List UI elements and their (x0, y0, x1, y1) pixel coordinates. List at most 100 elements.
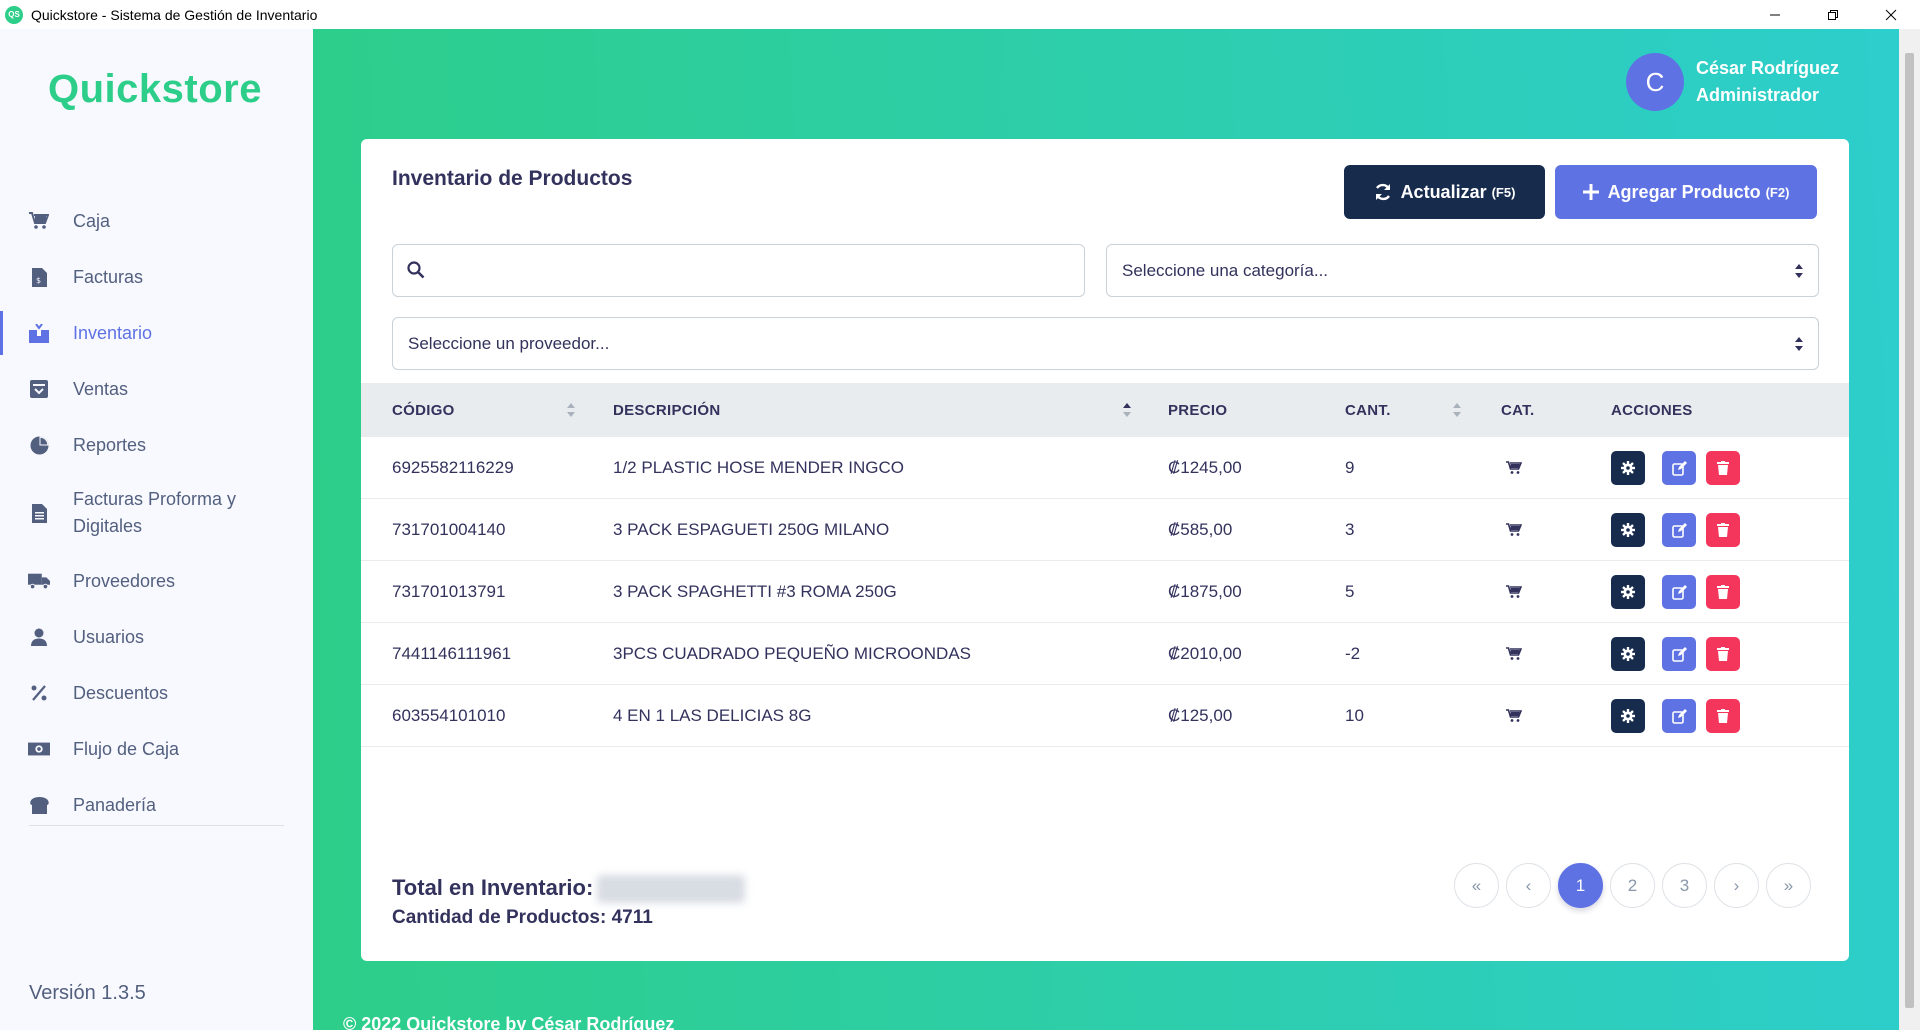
refresh-button[interactable]: Actualizar (F5) (1344, 165, 1545, 219)
cell-quantity: 10 (1345, 706, 1364, 725)
trash-icon (1717, 523, 1729, 537)
edit-icon (1671, 708, 1687, 724)
column-header-cantidad[interactable]: CANT. (1345, 383, 1391, 437)
sidebar-item-proveedores[interactable]: Proveedores (0, 553, 313, 609)
sidebar-item-inventario[interactable]: Inventario (0, 305, 313, 361)
page-first-button[interactable]: « (1454, 863, 1499, 908)
edit-button[interactable] (1662, 575, 1696, 609)
page-last-button[interactable]: » (1766, 863, 1811, 908)
table-row[interactable]: 7441146111961 3PCS CUADRADO PEQUEÑO MICRO… (361, 623, 1849, 685)
close-icon (1885, 9, 1897, 20)
delete-button[interactable] (1706, 575, 1740, 609)
provider-select-value: Seleccione un proveedor... (408, 333, 610, 353)
cell-code: 603554101010 (392, 706, 506, 725)
delete-button[interactable] (1706, 513, 1740, 547)
scrollbar[interactable] (1899, 29, 1920, 1030)
category-select-value: Seleccione una categoría... (1122, 260, 1329, 280)
column-header-precio[interactable]: PRECIO (1168, 383, 1227, 437)
add-product-button[interactable]: Agregar Producto (F2) (1555, 165, 1817, 219)
main-content: C César Rodríguez Administrador Inventar… (313, 29, 1899, 1030)
sidebar-item-usuarios[interactable]: Usuarios (0, 609, 313, 665)
cell-price: ₡1875,00 (1168, 582, 1242, 601)
cart-icon (1506, 561, 1522, 623)
sort-icon[interactable] (566, 403, 576, 417)
column-header-codigo[interactable]: CÓDIGO (392, 383, 455, 437)
select-arrows-icon (1795, 337, 1803, 351)
table-row[interactable]: 731701004140 3 PACK ESPAGUETI 250G MILANO… (361, 499, 1849, 561)
edit-button[interactable] (1662, 513, 1696, 547)
sidebar: Quickstore Caja $ Facturas Inventario Ve… (0, 29, 313, 1030)
invoice-icon: $ (28, 266, 50, 288)
percent-icon (28, 682, 50, 704)
table-row[interactable]: 6925582116229 1/2 PLASTIC HOSE MENDER ING… (361, 437, 1849, 499)
archive-icon (28, 378, 50, 400)
search-input[interactable] (437, 245, 1077, 296)
sidebar-item-ventas[interactable]: Ventas (0, 361, 313, 417)
table-row[interactable]: 731701013791 3 PACK SPAGHETTI #3 ROMA 250… (361, 561, 1849, 623)
document-icon (28, 502, 50, 524)
page-prev-button[interactable]: ‹ (1506, 863, 1551, 908)
restore-icon (1828, 9, 1838, 20)
cell-price: ₡2010,00 (1168, 644, 1242, 663)
sidebar-item-reportes[interactable]: Reportes (0, 417, 313, 473)
restore-button[interactable] (1804, 0, 1862, 29)
sidebar-item-facturas[interactable]: $ Facturas (0, 249, 313, 305)
cart-icon (28, 210, 50, 232)
delete-button[interactable] (1706, 699, 1740, 733)
delete-button[interactable] (1706, 451, 1740, 485)
page-button-2[interactable]: 2 (1610, 863, 1655, 908)
table-row[interactable]: 603554101010 4 EN 1 LAS DELICIAS 8G ₡125,0… (361, 685, 1849, 747)
page-button-1[interactable]: 1 (1558, 863, 1603, 908)
sidebar-item-descuentos[interactable]: Descuentos (0, 665, 313, 721)
configure-button[interactable] (1611, 637, 1645, 671)
trash-icon (1717, 709, 1729, 723)
search-box (392, 244, 1085, 297)
gear-icon (1621, 523, 1635, 537)
delete-button[interactable] (1706, 637, 1740, 671)
edit-button[interactable] (1662, 637, 1696, 671)
sidebar-item-label: Proveedores (73, 570, 176, 591)
sidebar-item-caja[interactable]: Caja (0, 193, 313, 249)
edit-icon (1671, 522, 1687, 538)
cell-code: 7441146111961 (392, 644, 512, 663)
cell-code: 731701013791 (392, 582, 506, 601)
brand-logo[interactable]: Quickstore (48, 67, 262, 112)
minimize-button[interactable] (1746, 0, 1804, 29)
refresh-shortcut: (F5) (1491, 184, 1516, 200)
page-button-3[interactable]: 3 (1662, 863, 1707, 908)
scrollbar-thumb[interactable] (1905, 53, 1914, 1008)
trash-icon (1717, 647, 1729, 661)
sidebar-item-flujo-caja[interactable]: Flujo de Caja (0, 721, 313, 777)
configure-button[interactable] (1611, 699, 1645, 733)
close-button[interactable] (1862, 0, 1920, 29)
user-name: César Rodríguez (1695, 58, 1839, 78)
sort-ascending-icon[interactable] (1122, 403, 1132, 417)
page-next-button[interactable]: › (1714, 863, 1759, 908)
sidebar-item-label: Caja (73, 210, 111, 231)
sidebar-item-facturas-proforma[interactable]: Facturas Proforma y Digitales (0, 473, 313, 553)
inventory-card: Inventario de Productos Actualizar (F5) A… (361, 139, 1849, 961)
category-select[interactable]: Seleccione una categoría... (1106, 244, 1819, 297)
box-icon (28, 322, 50, 344)
provider-select[interactable]: Seleccione un proveedor... (392, 317, 1819, 370)
configure-button[interactable] (1611, 575, 1645, 609)
cell-price: ₡1245,00 (1168, 458, 1242, 477)
configure-button[interactable] (1611, 451, 1645, 485)
sort-icon[interactable] (1452, 403, 1462, 417)
configure-button[interactable] (1611, 513, 1645, 547)
edit-button[interactable] (1662, 699, 1696, 733)
cell-quantity: 3 (1345, 520, 1355, 539)
cart-icon (1506, 499, 1522, 561)
trash-icon (1717, 585, 1729, 599)
cell-description: 4 EN 1 LAS DELICIAS 8G (613, 706, 812, 725)
column-header-descripcion[interactable]: DESCRIPCIÓN (613, 383, 720, 437)
truck-icon (28, 570, 50, 592)
user-menu[interactable]: C César Rodríguez Administrador (1625, 53, 1839, 111)
inventory-total-label: Total en Inventario: (392, 875, 594, 900)
add-product-shortcut: (F2) (1765, 184, 1790, 200)
pie-chart-icon (28, 434, 50, 456)
cell-description: 3 PACK SPAGHETTI #3 ROMA 250G (613, 582, 897, 601)
product-count: Cantidad de Productos: 4711 (392, 907, 653, 928)
refresh-icon (1375, 183, 1390, 201)
edit-button[interactable] (1662, 451, 1696, 485)
